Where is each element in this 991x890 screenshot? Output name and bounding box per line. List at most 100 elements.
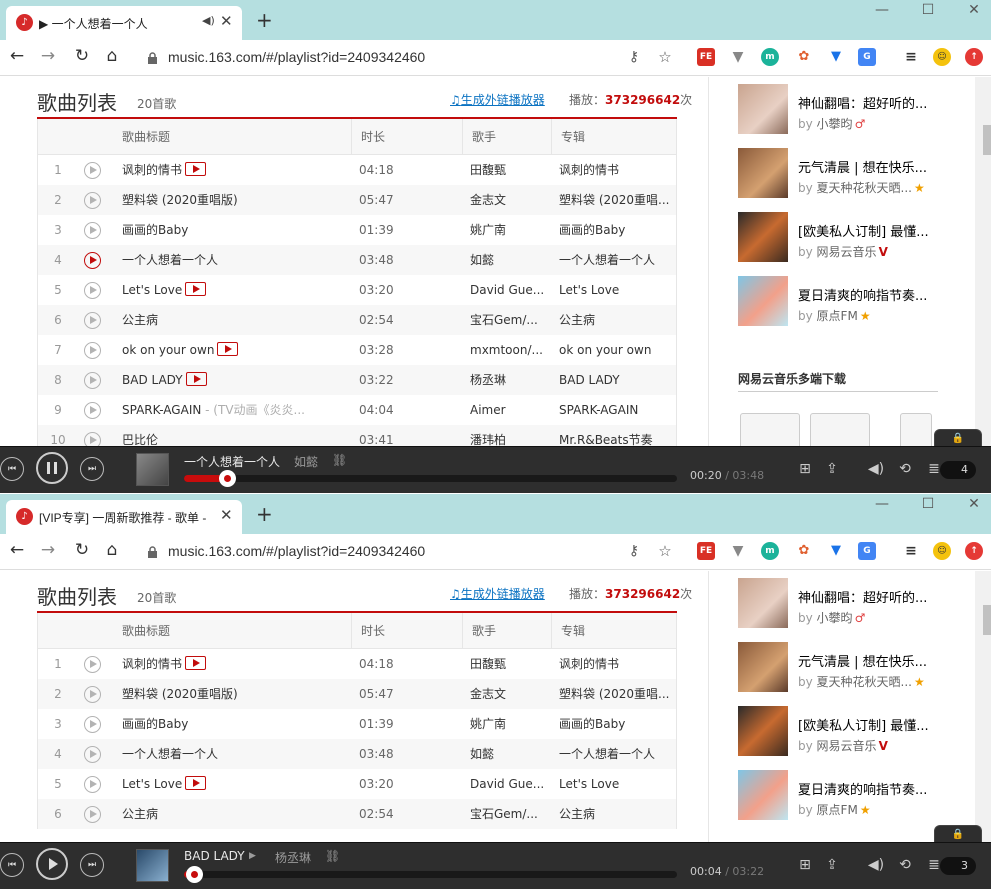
key-icon[interactable]: ⚷ bbox=[625, 48, 643, 66]
playlist-cover[interactable] bbox=[738, 642, 788, 692]
song-title[interactable]: 一个人想着一个人 bbox=[122, 245, 342, 275]
queue-count[interactable]: 4 bbox=[940, 461, 976, 479]
mv-icon[interactable]: ▶ bbox=[249, 851, 256, 861]
creator-name[interactable]: 网易云音乐 bbox=[817, 245, 877, 259]
play-circle-icon[interactable] bbox=[84, 342, 101, 359]
playlist-cover[interactable] bbox=[738, 276, 788, 326]
table-row[interactable]: 6 公主病 02:54 宝石Gem/... 公主病 bbox=[38, 799, 676, 829]
sidebar-playlist-item[interactable]: 元气清晨 | 想在快乐... by 夏天种花秋天晒... ★ bbox=[738, 642, 978, 692]
home-icon[interactable]: ⌂ bbox=[101, 46, 123, 66]
song-title[interactable]: 塑料袋 (2020重唱版) bbox=[122, 679, 342, 709]
playlist-title[interactable]: [欧美私人订制] 最懂... bbox=[798, 221, 948, 240]
extension-m-icon[interactable]: m bbox=[761, 48, 779, 66]
song-title-text[interactable]: 公主病 bbox=[122, 807, 158, 821]
creator-name[interactable]: 原点FM bbox=[817, 803, 858, 817]
song-artist[interactable]: 宝石Gem/... bbox=[470, 305, 550, 335]
play-circle-icon[interactable] bbox=[84, 312, 101, 329]
song-album[interactable]: 塑料袋 (2020重唱... bbox=[559, 679, 669, 709]
sidebar-playlist-item[interactable]: [欧美私人订制] 最懂... by 网易云音乐 V bbox=[738, 212, 978, 262]
playlist-icon[interactable]: ≡ bbox=[902, 542, 920, 560]
back-icon[interactable]: ← bbox=[6, 540, 28, 560]
song-title[interactable]: 画画的Baby bbox=[122, 709, 342, 739]
close-window-icon[interactable]: ✕ bbox=[959, 496, 989, 512]
profile-avatar-icon[interactable]: ☺ bbox=[933, 48, 951, 66]
song-title-text[interactable]: 公主病 bbox=[122, 313, 158, 327]
song-album[interactable]: 公主病 bbox=[559, 799, 669, 829]
progress-track[interactable] bbox=[184, 866, 677, 883]
play-circle-icon[interactable] bbox=[84, 402, 101, 419]
song-title-text[interactable]: 画画的Baby bbox=[122, 717, 188, 731]
song-title[interactable]: 讽刺的情书 bbox=[122, 155, 342, 185]
generate-player-link[interactable]: ♫生成外链播放器 bbox=[450, 91, 545, 108]
playlist-cover[interactable] bbox=[738, 706, 788, 756]
extension-fe-icon[interactable]: FE bbox=[697, 48, 715, 66]
song-artist[interactable]: 如懿 bbox=[470, 245, 550, 275]
creator-name[interactable]: 网易云音乐 bbox=[817, 739, 877, 753]
table-row[interactable]: 7 ok on your own 03:28 mxmtoon/... ok on you… bbox=[38, 335, 676, 365]
maximize-icon[interactable]: ☐ bbox=[913, 496, 943, 512]
play-circle-icon[interactable] bbox=[84, 372, 101, 389]
home-icon[interactable]: ⌂ bbox=[101, 540, 123, 560]
sidebar-playlist-item[interactable]: [欧美私人订制] 最懂... by 网易云音乐 V bbox=[738, 706, 978, 756]
table-row[interactable]: 5 Let's Love 03:20 David Gue... Let's Love bbox=[38, 769, 676, 799]
mv-icon[interactable] bbox=[185, 776, 207, 790]
key-icon[interactable]: ⚷ bbox=[625, 542, 643, 560]
translate-icon[interactable]: G bbox=[858, 542, 876, 560]
minimize-icon[interactable]: — bbox=[867, 2, 897, 18]
pause-icon[interactable] bbox=[36, 452, 68, 484]
sidebar-playlist-item[interactable]: 夏日清爽的响指节奏... by 原点FM ★ bbox=[738, 276, 978, 326]
extension-v-icon[interactable]: ▼ bbox=[729, 48, 747, 66]
volume-icon[interactable]: ◀) bbox=[866, 855, 886, 875]
volume-icon[interactable]: ◀) bbox=[866, 459, 886, 479]
play-circle-icon[interactable] bbox=[84, 716, 101, 733]
song-artist[interactable]: 宝石Gem/... bbox=[470, 799, 550, 829]
song-title-text[interactable]: BAD LADY bbox=[122, 373, 183, 387]
song-title[interactable]: Let's Love bbox=[122, 769, 342, 799]
song-album[interactable]: 公主病 bbox=[559, 305, 669, 335]
maximize-icon[interactable]: ☐ bbox=[913, 2, 943, 18]
table-row[interactable]: 5 Let's Love 03:20 David Gue... Let's Love bbox=[38, 275, 676, 305]
table-row[interactable]: 4 一个人想着一个人 03:48 如懿 一个人想着一个人 bbox=[38, 739, 676, 769]
bookmark-star-icon[interactable]: ☆ bbox=[656, 542, 674, 560]
mv-icon[interactable] bbox=[217, 342, 239, 356]
table-row[interactable]: 1 讽刺的情书 04:18 田馥甄 讽刺的情书 bbox=[38, 649, 676, 679]
song-title[interactable]: 公主病 bbox=[122, 799, 342, 829]
play-circle-icon[interactable] bbox=[84, 192, 101, 209]
sidebar-playlist-item[interactable]: 神仙翻唱：超好听的... by 小攀昀 ♂ bbox=[738, 578, 978, 628]
song-title-text[interactable]: SPARK-AGAIN bbox=[122, 403, 201, 417]
playlist-cover[interactable] bbox=[738, 578, 788, 628]
minimize-icon[interactable]: — bbox=[867, 496, 897, 512]
song-album[interactable]: 塑料袋 (2020重唱... bbox=[559, 185, 669, 215]
back-icon[interactable]: ← bbox=[6, 46, 28, 66]
add-to-playlist-icon[interactable]: ⊞ bbox=[795, 855, 815, 875]
playlist-cover[interactable] bbox=[738, 770, 788, 820]
playlist-icon[interactable]: ≡ bbox=[902, 48, 920, 66]
bookmark-star-icon[interactable]: ☆ bbox=[656, 48, 674, 66]
song-artist[interactable]: Aimer bbox=[470, 395, 550, 425]
song-artist[interactable]: 田馥甄 bbox=[470, 649, 550, 679]
song-album[interactable]: Let's Love bbox=[559, 769, 669, 799]
loop-icon[interactable]: ⟲ bbox=[895, 459, 915, 479]
now-playing-artist[interactable]: 杨丞琳 bbox=[275, 849, 311, 866]
song-artist[interactable]: David Gue... bbox=[470, 769, 550, 799]
forward-icon[interactable]: → bbox=[37, 540, 59, 560]
creator-name[interactable]: 夏天种花秋天晒... bbox=[817, 675, 912, 689]
previous-track-icon[interactable]: ⏮ bbox=[0, 457, 24, 481]
sidebar-playlist-item[interactable]: 元气清晨 | 想在快乐... by 夏天种花秋天晒... ★ bbox=[738, 148, 978, 198]
update-icon[interactable]: ↑ bbox=[965, 542, 983, 560]
speaker-icon[interactable]: ◀) bbox=[202, 14, 215, 30]
play-circle-icon[interactable] bbox=[84, 282, 101, 299]
song-artist[interactable]: 金志文 bbox=[470, 185, 550, 215]
address-bar[interactable]: music.163.com/#/playlist?id=2409342460 bbox=[168, 543, 425, 559]
play-circle-icon[interactable] bbox=[84, 686, 101, 703]
link-icon[interactable]: ⛓ bbox=[332, 453, 347, 467]
mv-icon[interactable] bbox=[185, 282, 207, 296]
song-title-text[interactable]: ok on your own bbox=[122, 343, 214, 357]
song-artist[interactable]: 姚广南 bbox=[470, 709, 550, 739]
player-lock-icon[interactable]: 🔒 bbox=[934, 825, 982, 843]
song-album[interactable]: 讽刺的情书 bbox=[559, 649, 669, 679]
song-title-text[interactable]: Let's Love bbox=[122, 777, 182, 791]
song-artist[interactable]: 如懿 bbox=[470, 739, 550, 769]
browser-tab[interactable]: ♪ ▶ 一个人想着一个人 ◀) ✕ bbox=[6, 6, 242, 40]
song-album[interactable]: 一个人想着一个人 bbox=[559, 245, 669, 275]
